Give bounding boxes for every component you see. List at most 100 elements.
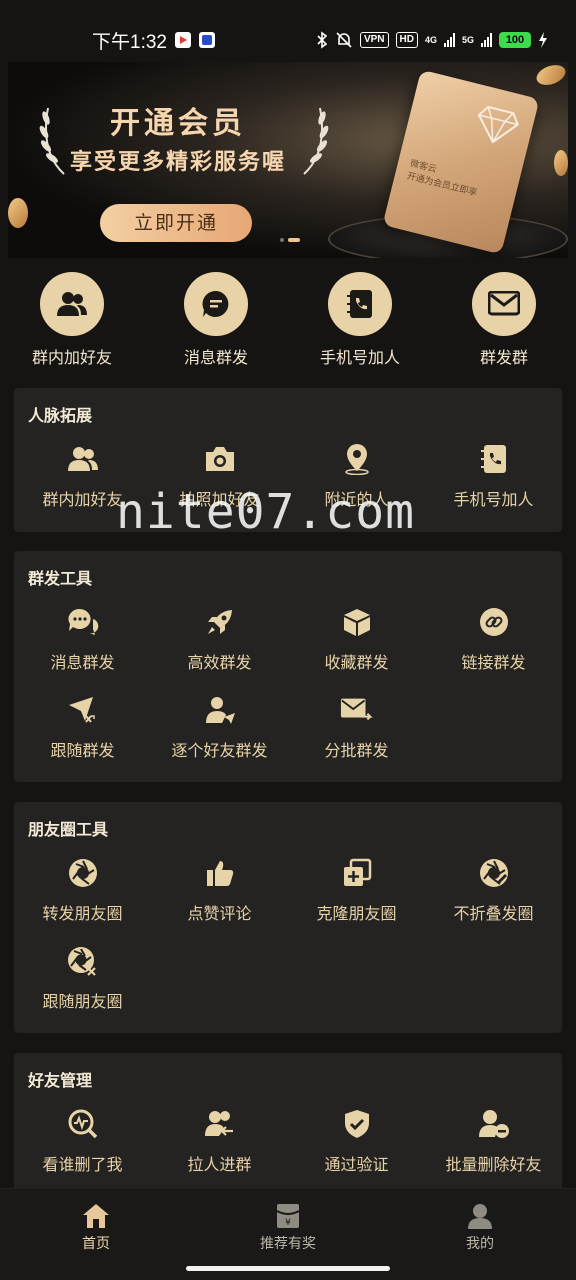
red-envelope-icon: ¥ [276, 1204, 300, 1228]
status-bar: 下午1:32 VPN HD 4G 5G 100 [0, 0, 576, 70]
tool-label: 不折叠发圈 [453, 904, 534, 923]
aperture-edit-icon [477, 856, 511, 890]
quick-action-phone-add[interactable]: 手机号加人 [288, 272, 432, 368]
tool-label: 链接群发 [461, 653, 526, 672]
section-title: 人脉拓展 [28, 406, 93, 425]
section-moments: 朋友圈工具 转发朋友圈 点赞评论 克隆朋友圈 不折叠发圈 跟随朋友圈 [14, 802, 562, 1033]
quick-action-label: 群内加好友 [31, 348, 112, 367]
pager-dot [280, 238, 284, 242]
tool-label: 分批群发 [324, 741, 389, 760]
gesture-home-bar[interactable] [186, 1266, 390, 1271]
quick-actions: 群内加好友 消息群发 手机号加人 群发群 [0, 272, 576, 368]
chat-bubbles-icon [66, 605, 100, 639]
tool-unfolded-moments[interactable]: 不折叠发圈 [425, 856, 562, 936]
section-title: 群发工具 [28, 569, 93, 588]
tool-follow-moments[interactable]: 跟随朋友圈 [14, 944, 151, 1024]
nav-profile[interactable]: 我的 [384, 1189, 576, 1280]
tool-label: 转发朋友圈 [42, 904, 123, 923]
tool-label: 手机号加人 [453, 490, 534, 509]
section-friends: 好友管理 看谁删了我 拉人进群 通过验证 批量删除好友 [14, 1053, 562, 1193]
tool-label: 消息群发 [50, 653, 115, 672]
activate-button[interactable]: 立即开通 [100, 204, 252, 242]
mail-forward-icon [340, 693, 374, 727]
membership-banner[interactable]: 开通会员 享受更多精彩服务喔 立即开通 微客云 开通为会员立即享 [8, 62, 568, 258]
bell-muted-icon [336, 32, 352, 48]
banner-pager [280, 238, 300, 242]
quick-action-group-add[interactable]: 群内加好友 [0, 272, 144, 368]
charging-icon [539, 32, 547, 48]
tool-message-broadcast[interactable]: 消息群发 [14, 605, 151, 685]
quick-action-broadcast[interactable]: 消息群发 [144, 272, 288, 368]
users-pull-icon [203, 1107, 237, 1141]
tool-label: 群内加好友 [42, 490, 123, 509]
rocket-icon [203, 605, 237, 639]
battery-indicator: 100 [499, 32, 531, 48]
hd-badge: HD [395, 32, 418, 48]
tool-who-deleted-me[interactable]: 看谁删了我 [14, 1107, 151, 1187]
svg-text:¥: ¥ [285, 1218, 291, 1228]
home-icon [83, 1204, 109, 1228]
shield-check-icon [340, 1107, 374, 1141]
quick-action-group-broadcast[interactable]: 群发群 [432, 272, 576, 368]
banner-title: 开通会员 [110, 106, 246, 141]
section-title: 朋友圈工具 [28, 820, 109, 839]
chat-bubble-icon [184, 272, 248, 336]
network-5g: 5G [461, 34, 474, 45]
quick-action-label: 群发群 [479, 348, 528, 367]
group-users-icon [40, 272, 104, 336]
tool-forward-moments[interactable]: 转发朋友圈 [14, 856, 151, 936]
aperture-icon [66, 856, 100, 890]
nav-label: 我的 [466, 1236, 494, 1252]
phone-book-icon [477, 442, 511, 476]
tool-one-by-one-broadcast[interactable]: 逐个好友群发 [151, 693, 288, 773]
tool-label: 逐个好友群发 [171, 741, 268, 760]
coin-decoration [554, 150, 568, 176]
tool-label: 跟随群发 [50, 741, 115, 760]
signal-icon-2 [481, 33, 492, 47]
watermark-text: nite07.com [116, 484, 415, 540]
aperture-shuffle-icon [66, 944, 100, 978]
status-right: VPN HD 4G 5G 100 [316, 31, 548, 49]
network-4g: 4G [424, 34, 437, 45]
diamond-icon [477, 105, 519, 145]
user-send-icon [203, 693, 237, 727]
app-notification-icon [198, 32, 215, 48]
tool-favorite-broadcast[interactable]: 收藏群发 [288, 605, 425, 685]
coin-decoration [533, 62, 568, 89]
tool-label: 跟随朋友圈 [42, 992, 123, 1011]
signal-icon [443, 33, 455, 47]
section-title: 好友管理 [28, 1071, 93, 1090]
tool-efficient-broadcast[interactable]: 高效群发 [151, 605, 288, 685]
nav-label: 推荐有奖 [260, 1236, 316, 1252]
tool-link-broadcast[interactable]: 链接群发 [425, 605, 562, 685]
nav-label: 首页 [82, 1236, 110, 1252]
thumbs-up-icon [203, 856, 237, 890]
profile-icon [468, 1204, 492, 1229]
tool-label: 收藏群发 [324, 653, 389, 672]
pager-dot-active [288, 238, 300, 242]
card-text: 微客云 开通为会员立即享 [405, 158, 481, 201]
tool-phone-add[interactable]: 手机号加人 [425, 442, 562, 522]
tool-pass-verification[interactable]: 通过验证 [288, 1107, 425, 1187]
link-icon [477, 605, 511, 639]
quick-action-label: 手机号加人 [319, 348, 400, 367]
phone-book-icon [328, 272, 392, 336]
nav-home[interactable]: 首页 [0, 1189, 192, 1280]
group-users-icon [66, 442, 100, 476]
quick-action-label: 消息群发 [183, 348, 248, 367]
tool-batch-broadcast[interactable]: 分批群发 [288, 693, 425, 773]
camera-icon [203, 442, 237, 476]
bluetooth-icon [317, 31, 328, 49]
tool-like-comment[interactable]: 点赞评论 [151, 856, 288, 936]
tool-pull-into-group[interactable]: 拉人进群 [151, 1107, 288, 1187]
vpn-badge: VPN [359, 32, 389, 48]
status-time: 下午1:32 [92, 31, 167, 53]
user-remove-icon [477, 1107, 511, 1141]
tool-label: 克隆朋友圈 [316, 904, 397, 923]
tool-follow-broadcast[interactable]: 跟随群发 [14, 693, 151, 773]
tool-batch-delete-friends[interactable]: 批量删除好友 [425, 1107, 562, 1187]
tool-clone-moments[interactable]: 克隆朋友圈 [288, 856, 425, 936]
play-store-icon [174, 32, 191, 48]
location-pin-icon [340, 442, 374, 476]
tool-label: 通过验证 [324, 1155, 389, 1174]
